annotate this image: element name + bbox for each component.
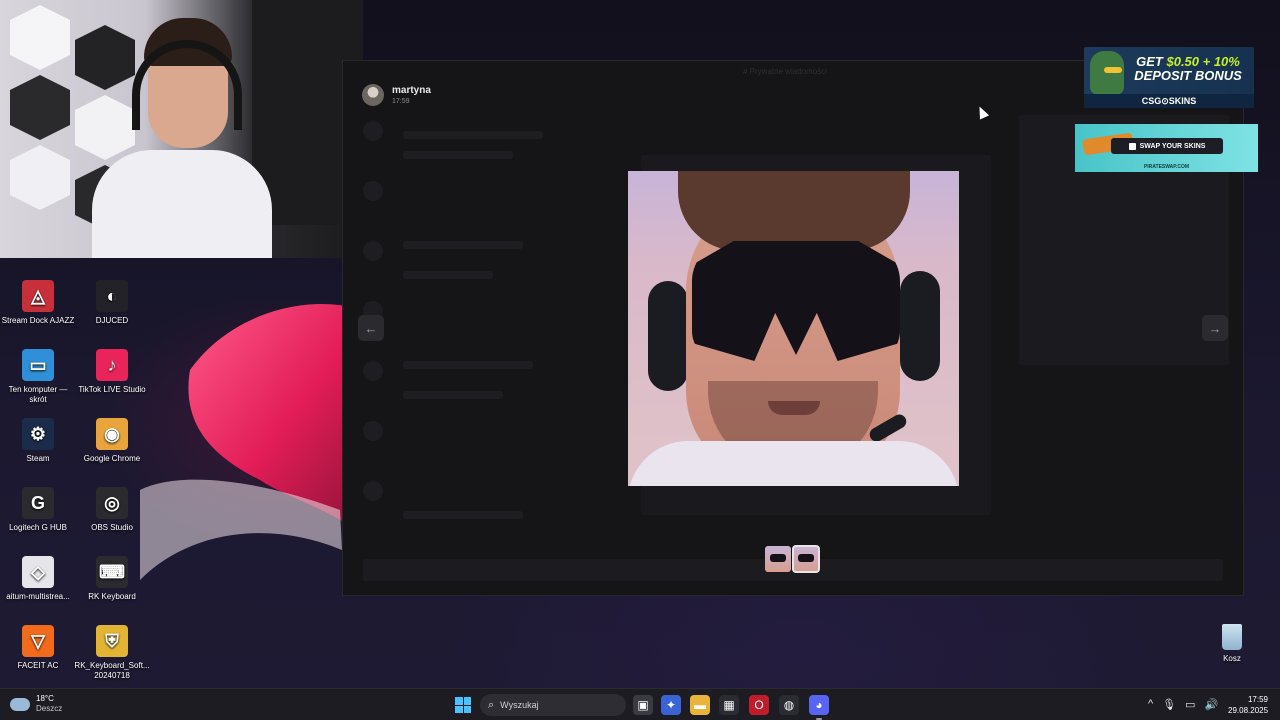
desktop-icon-label: RK_Keyboard_Soft... 20240718: [74, 661, 150, 680]
desktop-icon-6[interactable]: G Logitech G HUB: [0, 487, 76, 533]
desktop-icon-7[interactable]: ◎ OBS Studio: [74, 487, 150, 533]
desktop-icon-8[interactable]: ◇ aitum-multistrea...: [0, 556, 76, 602]
message-time: 17:59: [392, 98, 410, 105]
weather-temp: 18°C: [36, 694, 54, 703]
pirateswap-ad-banner[interactable]: SWAP YOUR SKINS PIRATESWAP.COM: [1075, 124, 1258, 172]
taskbar-discord-icon[interactable]: ◕: [809, 695, 829, 720]
desktop-icon-11[interactable]: ⛨ RK_Keyboard_Soft... 20240718: [74, 625, 150, 681]
desktop-icon-10[interactable]: ▽ FACEIT AC: [0, 625, 76, 671]
desktop-icon-3[interactable]: ♪ TikTok LIVE Studio: [74, 349, 150, 395]
search-input[interactable]: [500, 700, 611, 710]
taskbar-search[interactable]: ⌕: [480, 694, 626, 716]
app-icon: ▭: [22, 349, 54, 381]
desktop-icon-2[interactable]: ▭ Ten komputer — skrót: [0, 349, 76, 405]
arrow-right-icon: →: [1208, 320, 1222, 336]
headphone-left: [648, 281, 688, 391]
desktop-icon-label: Steam: [26, 454, 50, 463]
system-tray: ^ 🎙 ▭ 🔊: [1148, 698, 1218, 711]
taskbar-opera-icon[interactable]: O: [749, 695, 769, 715]
hair: [678, 171, 910, 251]
mascot-icon: [1090, 51, 1124, 95]
taskbar-steelseries-icon[interactable]: ◍: [779, 695, 799, 715]
media-author[interactable]: martyna 17:59: [362, 84, 431, 106]
desktop-icon-label: Ten komputer — skrót: [8, 385, 68, 404]
thumbnail-1[interactable]: [765, 546, 791, 572]
author-avatar[interactable]: [362, 84, 384, 106]
taskbar-store-icon[interactable]: ▦: [719, 695, 739, 715]
taskbar-clock[interactable]: 17:59 29.08.2025: [1228, 694, 1268, 716]
ad-brand: CSG⊙SKINS: [1084, 94, 1254, 108]
shirt: [628, 441, 959, 486]
microphone-icon[interactable]: 🎙: [1162, 698, 1176, 711]
taskbar: 18°C Deszcz ⌕ ▣ ✦ ▬ ▦ O ◍ ◕ ^ 🎙 ▭ 🔊 17:59 29.08.2…: [0, 688, 1280, 720]
app-icon: ◎: [96, 487, 128, 519]
app-icon: ⚙: [22, 418, 54, 450]
desktop-icon-label: Logitech G HUB: [9, 523, 67, 532]
app-icon: ⌨: [96, 556, 128, 588]
app-icon: ◇: [22, 556, 54, 588]
desktop-icon-label: OBS Studio: [91, 523, 133, 532]
desktop-icon-0[interactable]: ◬ Stream Dock AJAZZ: [0, 280, 76, 326]
app-icon: ⛨: [96, 625, 128, 657]
desktop-icon-label: Stream Dock AJAZZ: [1, 316, 75, 325]
weather-widget[interactable]: 18°C Deszcz: [10, 694, 62, 714]
ad-site: PIRATESWAP.COM: [1143, 164, 1190, 170]
thumbnail-2-selected[interactable]: [792, 545, 820, 573]
streamer-shirt: [92, 150, 272, 258]
desktop-icon-label: Google Chrome: [83, 454, 141, 463]
ad-headline: GET $0.50 + 10% DEPOSIT BONUS: [1134, 54, 1242, 83]
desktop-icon-label: TikTok LIVE Studio: [78, 385, 146, 394]
weather-condition: Deszcz: [36, 704, 63, 713]
desktop-icon-9[interactable]: ⌨ RK Keyboard: [74, 556, 150, 602]
previous-image-button[interactable]: ←: [358, 315, 384, 341]
app-icon: ◬: [22, 280, 54, 312]
headphone-right: [900, 271, 940, 381]
ghost-header: # Prywatne wiadomości: [743, 67, 828, 76]
black-mask: [692, 241, 900, 361]
desktop-icon-label: DJUCED: [95, 316, 129, 325]
recycle-bin-label: Kosz: [1223, 654, 1241, 663]
desktop-icon-label: aitum-multistrea...: [6, 592, 70, 601]
clock-date: 29.08.2025: [1228, 706, 1269, 715]
display-icon[interactable]: ▭: [1185, 698, 1195, 711]
speaker-icon[interactable]: 🔊: [1205, 698, 1219, 711]
media-preview-image[interactable]: [628, 171, 959, 486]
desktop-icon-1[interactable]: ◐ DJUCED: [74, 280, 150, 326]
recycle-bin-icon: [1222, 624, 1242, 650]
clock-time: 17:59: [1247, 695, 1268, 704]
thumbnail-strip: [765, 545, 820, 573]
app-icon: ♪: [96, 349, 128, 381]
desktop-icon-5[interactable]: ◉ Google Chrome: [74, 418, 150, 464]
next-image-button[interactable]: →: [1202, 315, 1228, 341]
recycle-bin[interactable]: Kosz: [1212, 624, 1252, 663]
mouth: [768, 401, 820, 415]
taskbar-task-view-icon[interactable]: ▣: [633, 695, 653, 715]
taskbar-copilot-icon[interactable]: ✦: [661, 695, 681, 715]
search-icon: ⌕: [488, 698, 495, 711]
author-name[interactable]: martyna: [392, 85, 431, 96]
desktop-icon-4[interactable]: ⚙ Steam: [0, 418, 76, 464]
webcam-overlay: [0, 0, 363, 258]
swap-logo-icon: [1128, 142, 1136, 150]
taskbar-file-explorer-icon[interactable]: ▬: [690, 695, 710, 715]
app-icon: ◉: [96, 418, 128, 450]
show-hidden-icons-icon[interactable]: ^: [1148, 698, 1153, 711]
app-icon: ◐: [96, 280, 128, 312]
arrow-left-icon: ←: [364, 320, 378, 336]
rain-cloud-icon: [10, 697, 30, 711]
app-icon: G: [22, 487, 54, 519]
start-button-windows-icon[interactable]: [455, 697, 471, 713]
csgoskins-ad-banner[interactable]: GET $0.50 + 10% DEPOSIT BONUS CSG⊙SKINS: [1084, 47, 1254, 108]
wallpaper-bloom-shape: [140, 304, 380, 580]
desktop-icon-label: FACEIT AC: [17, 661, 59, 670]
app-icon: ▽: [22, 625, 54, 657]
desktop-icon-label: RK Keyboard: [88, 592, 136, 601]
swap-skins-button[interactable]: SWAP YOUR SKINS: [1111, 138, 1223, 154]
